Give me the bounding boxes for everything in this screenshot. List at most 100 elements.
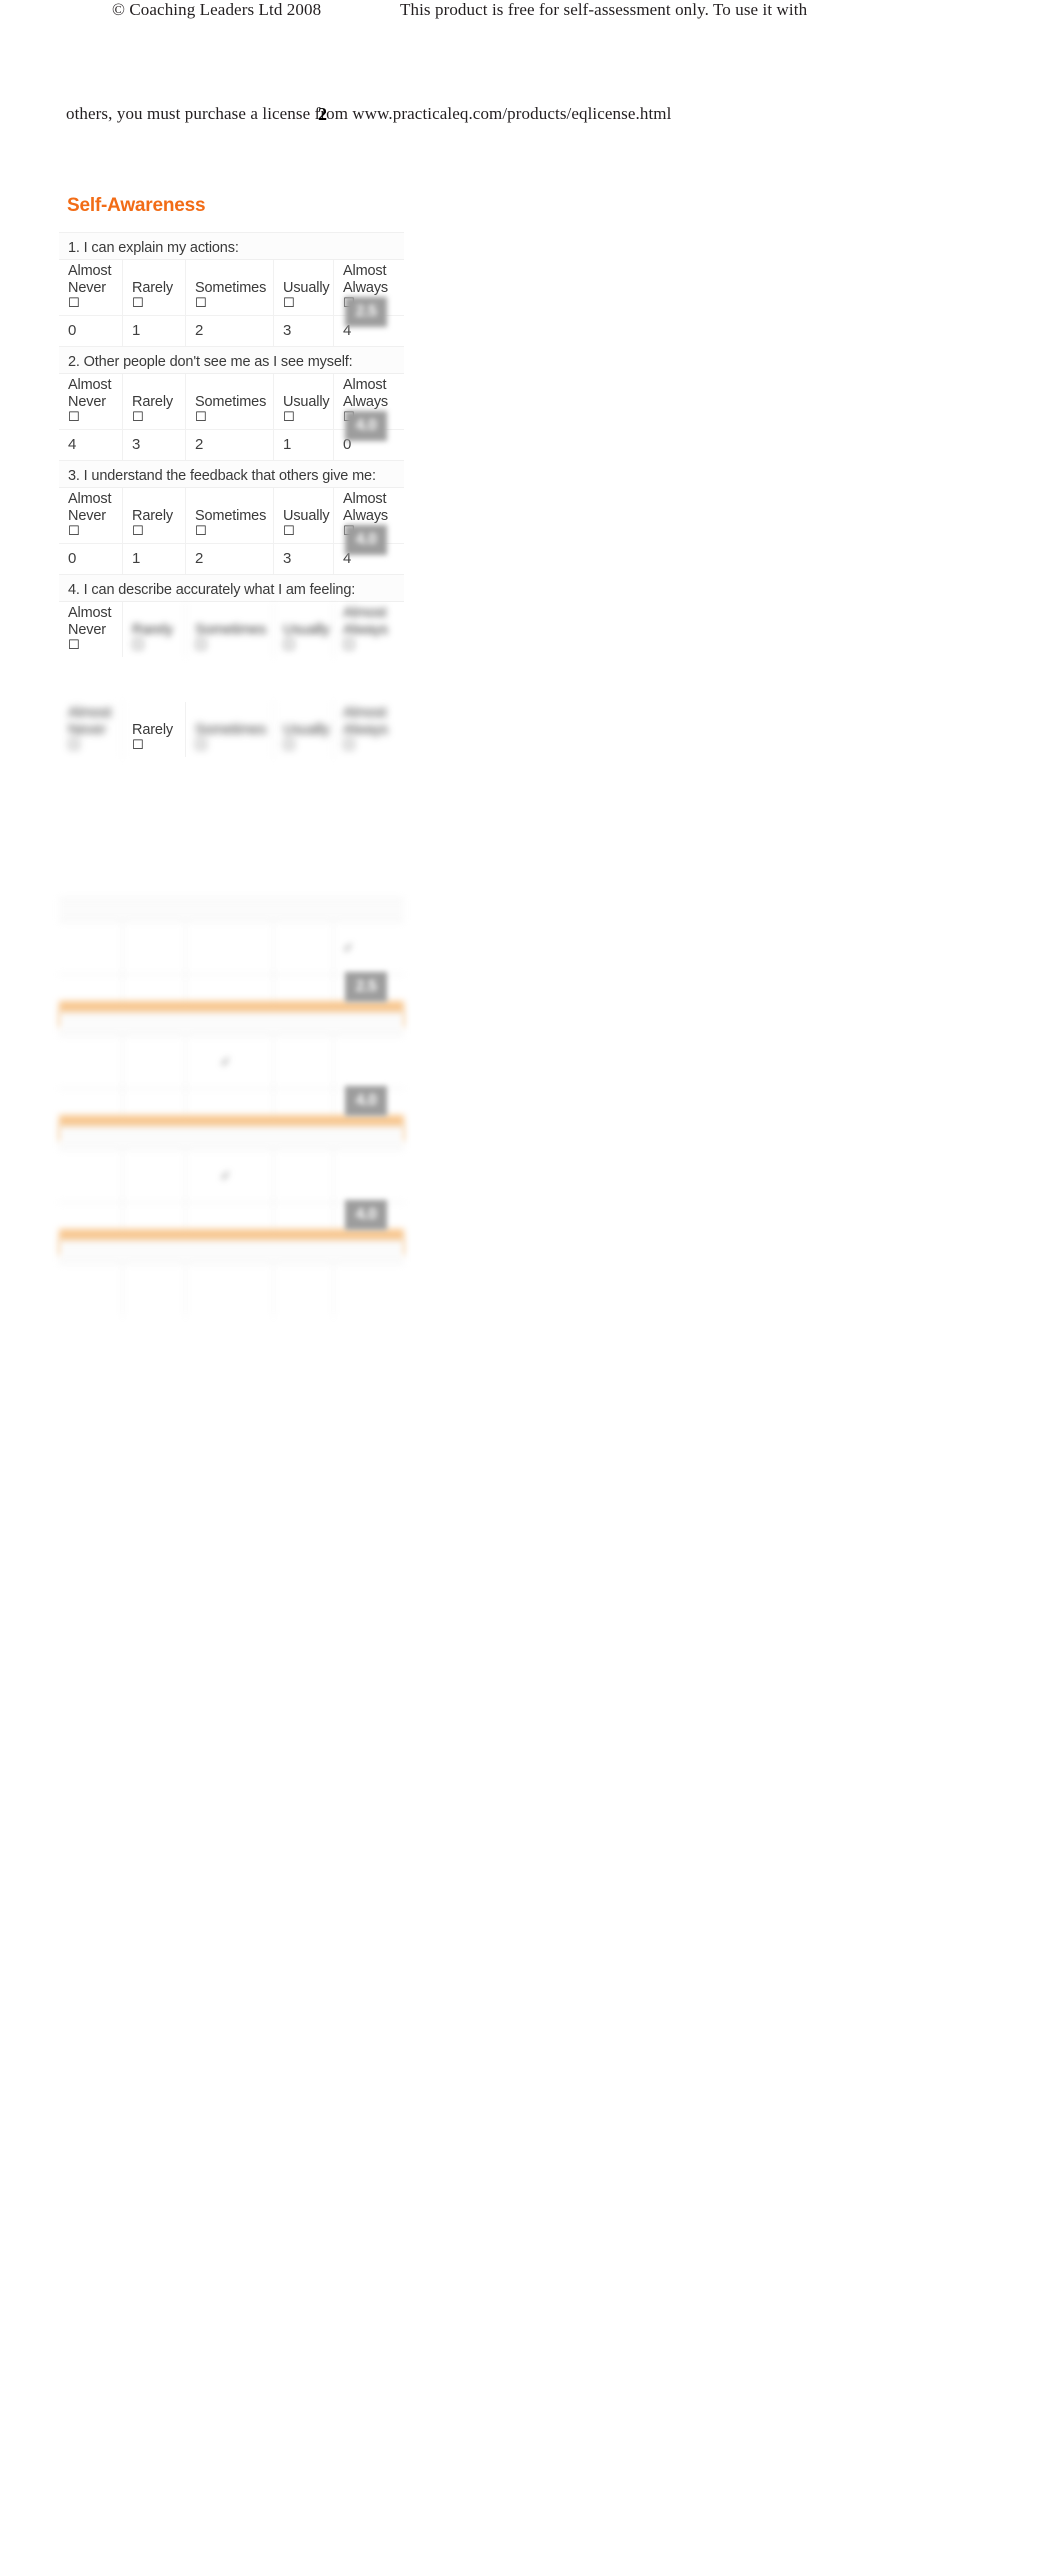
scale-label-line1: Almost bbox=[68, 705, 112, 721]
question-text: 4. I can describe accurately what I am f… bbox=[59, 574, 404, 602]
obscured-cell[interactable] bbox=[274, 1264, 334, 1316]
checkbox-almost-never[interactable]: ☐ bbox=[68, 739, 122, 757]
scale-column-almost-always[interactable]: AlmostAlways ☐ bbox=[334, 602, 404, 657]
obscured-question-text bbox=[59, 1012, 404, 1035]
checkbox-usually[interactable]: ☐ bbox=[283, 739, 333, 757]
scale-column-usually[interactable]: Usually ☐ bbox=[274, 374, 334, 430]
scale-column-rarely[interactable]: Rarely ☐ bbox=[123, 260, 186, 316]
page-number: 2 bbox=[318, 104, 327, 124]
scale-row: Almost Never ☐ Rarely ☐ Sometimes ☐ Usual… bbox=[59, 702, 404, 757]
obscured-cell[interactable] bbox=[123, 1264, 186, 1316]
obscured-check-mark: ✓ bbox=[195, 1054, 232, 1069]
obscured-cell[interactable] bbox=[274, 1150, 334, 1202]
scale-column-sometimes[interactable]: Sometimes ☐ bbox=[186, 260, 274, 316]
obscured-cell bbox=[123, 1203, 186, 1229]
score-badge: 2.5 bbox=[345, 972, 387, 1002]
obscured-cell[interactable] bbox=[186, 922, 274, 974]
obscured-cell[interactable] bbox=[334, 1264, 404, 1316]
scale-label-line2: Sometimes bbox=[195, 279, 267, 296]
scale-column-almost-always[interactable]: AlmostAlways ☐ bbox=[334, 702, 404, 757]
obscured-cell bbox=[123, 1089, 186, 1115]
checkbox-sometimes[interactable]: ☐ bbox=[195, 639, 273, 657]
scale-column-rarely[interactable]: Rarely ☐ bbox=[123, 374, 186, 430]
score-value: 3 bbox=[274, 316, 334, 347]
scale-column-rarely[interactable]: Rarely ☐ bbox=[123, 602, 186, 658]
scale-column-sometimes[interactable]: Sometimes ☐ bbox=[186, 488, 274, 544]
scale-column-sometimes[interactable]: Sometimes ☐ bbox=[186, 702, 274, 757]
obscured-cell[interactable] bbox=[59, 1150, 123, 1202]
checkbox-rarely[interactable]: ☐ bbox=[132, 739, 185, 757]
question-text: 3. I understand the feedback that others… bbox=[59, 460, 404, 488]
checkbox-usually[interactable]: ☐ bbox=[283, 411, 333, 429]
obscured-question-table-3: ✓ bbox=[59, 1126, 404, 1255]
scale-column-sometimes[interactable]: Sometimes ☐ bbox=[186, 602, 274, 658]
scale-column-almost-never[interactable]: Almost Never ☐ bbox=[59, 374, 123, 430]
scale-column-sometimes[interactable]: Sometimes ☐ bbox=[186, 374, 274, 430]
checkbox-almost-never[interactable]: ☐ bbox=[68, 297, 122, 315]
checkbox-rarely[interactable]: ☐ bbox=[132, 411, 185, 429]
scale-label-line2: Rarely bbox=[132, 279, 173, 296]
score-value: 0 bbox=[59, 544, 123, 575]
obscured-cell bbox=[59, 1203, 123, 1229]
scale-column-usually[interactable]: Usually ☐ bbox=[274, 702, 334, 757]
obscured-cell[interactable] bbox=[123, 922, 186, 974]
scale-column-usually[interactable]: Usually ☐ bbox=[274, 488, 334, 544]
scale-column-rarely[interactable]: Rarely ☐ bbox=[123, 702, 186, 757]
checkbox-usually[interactable]: ☐ bbox=[283, 639, 333, 657]
scale-column-usually[interactable]: Usually ☐ bbox=[274, 260, 334, 316]
checkbox-rarely[interactable]: ☐ bbox=[132, 639, 185, 657]
scale-label-line2: Sometimes bbox=[195, 507, 267, 524]
obscured-cell[interactable] bbox=[59, 1264, 123, 1316]
checkbox-almost-never[interactable]: ☐ bbox=[68, 411, 122, 429]
score-value: 1 bbox=[123, 544, 186, 575]
copyright-notice: © Coaching Leaders Ltd 2008 bbox=[112, 0, 322, 19]
obscured-cell[interactable] bbox=[334, 1150, 404, 1202]
checkbox-usually[interactable]: ☐ bbox=[283, 525, 333, 543]
obscured-cell[interactable]: ✓ bbox=[186, 1150, 274, 1202]
checkbox-almost-always[interactable]: ☐ bbox=[343, 739, 404, 757]
scale-label-line2: Never bbox=[68, 721, 106, 738]
checkbox-sometimes[interactable]: ☐ bbox=[195, 739, 273, 757]
obscured-cell[interactable] bbox=[123, 1150, 186, 1202]
checkbox-almost-never[interactable]: ☐ bbox=[68, 639, 122, 657]
scale-label-line2: Always bbox=[343, 393, 389, 410]
checkbox-rarely[interactable]: ☐ bbox=[132, 525, 185, 543]
checkbox-rarely[interactable]: ☐ bbox=[132, 297, 185, 315]
scale-label-line2: Sometimes bbox=[195, 721, 267, 738]
obscured-question-text bbox=[59, 1126, 404, 1149]
scale-label-line2: Sometimes bbox=[195, 621, 267, 638]
scale-label-line1: Almost bbox=[343, 705, 387, 721]
obscured-cell[interactable] bbox=[274, 922, 334, 974]
obscured-cell[interactable]: ✓ bbox=[186, 1036, 274, 1088]
scale-label-line2: Rarely bbox=[132, 507, 173, 524]
scale-row: Almost Never ☐ Rarely ☐ Sometimes ☐ Usual… bbox=[59, 601, 404, 658]
score-value: 2 bbox=[186, 430, 274, 461]
scale-column-rarely[interactable]: Rarely ☐ bbox=[123, 488, 186, 544]
score-value: 3 bbox=[123, 430, 186, 461]
checkbox-sometimes[interactable]: ☐ bbox=[195, 297, 273, 315]
checkbox-usually[interactable]: ☐ bbox=[283, 297, 333, 315]
scale-label-line1: Almost bbox=[68, 263, 112, 280]
obscured-cell[interactable] bbox=[59, 922, 123, 974]
obscured-cell[interactable] bbox=[186, 1264, 274, 1316]
scale-column-usually[interactable]: Usually ☐ bbox=[274, 602, 334, 658]
question-text: 2. Other people don't see me as I see my… bbox=[59, 346, 404, 374]
checkbox-almost-always[interactable]: ☐ bbox=[343, 639, 404, 657]
scale-column-almost-never[interactable]: Almost Never ☐ bbox=[59, 702, 123, 757]
scale-column-almost-never[interactable]: Almost Never ☐ bbox=[59, 260, 123, 316]
scale-label-line2: Usually bbox=[283, 393, 330, 410]
obscured-cell[interactable] bbox=[59, 1036, 123, 1088]
scale-label-line2: Always bbox=[343, 721, 389, 738]
obscured-cell[interactable] bbox=[123, 1036, 186, 1088]
checkbox-sometimes[interactable]: ☐ bbox=[195, 411, 273, 429]
obscured-cell[interactable] bbox=[274, 1036, 334, 1088]
obscured-cell[interactable]: ✓ bbox=[334, 922, 404, 974]
obscured-cell[interactable] bbox=[334, 1036, 404, 1088]
scale-label-line2: Usually bbox=[283, 279, 330, 296]
score-badge: 4.0 bbox=[345, 411, 387, 441]
checkbox-sometimes[interactable]: ☐ bbox=[195, 525, 273, 543]
checkbox-almost-never[interactable]: ☐ bbox=[68, 525, 122, 543]
scale-column-almost-never[interactable]: Almost Never ☐ bbox=[59, 602, 123, 658]
scale-column-almost-never[interactable]: Almost Never ☐ bbox=[59, 488, 123, 544]
obscured-check-mark: ✓ bbox=[343, 940, 354, 955]
